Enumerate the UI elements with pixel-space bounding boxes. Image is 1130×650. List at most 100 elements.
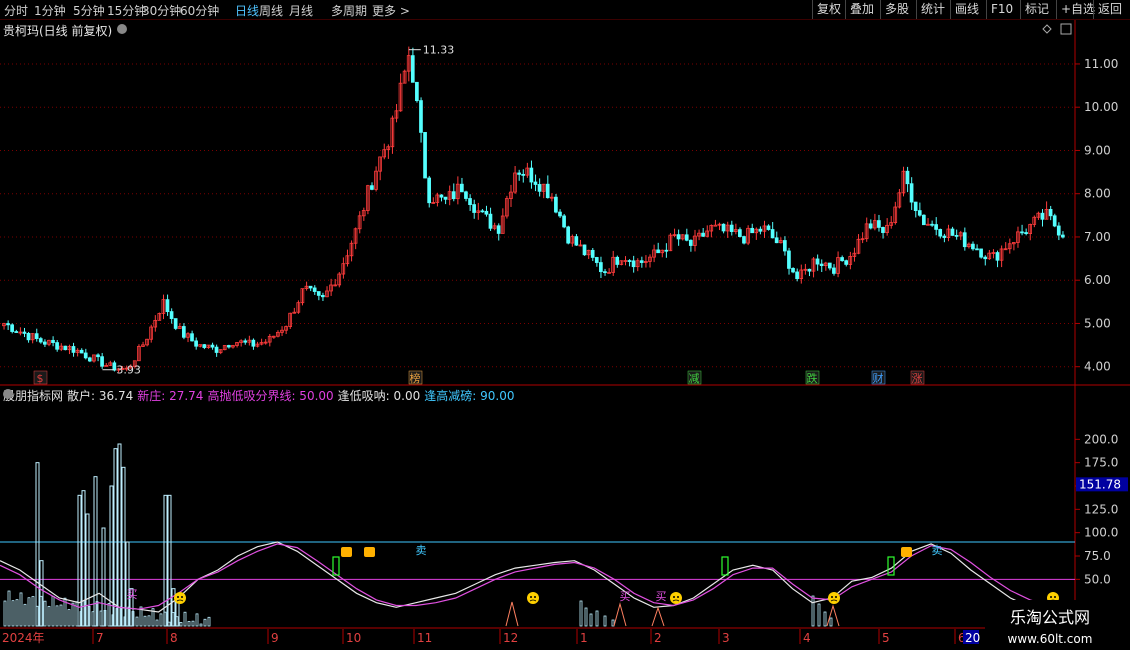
- hist-small-148: [147, 615, 151, 627]
- hist-late-3: [595, 610, 599, 627]
- hist-small-40: [39, 595, 43, 627]
- hist-small-44: [43, 600, 47, 627]
- candle-body-27: [112, 362, 117, 371]
- candle-body-237: [971, 243, 975, 250]
- candle-body-15: [63, 345, 68, 351]
- candle-body-9: [38, 338, 43, 343]
- candle-body-59: [243, 340, 248, 343]
- candle-body-121: [496, 225, 501, 234]
- hist-small-200: [199, 623, 203, 627]
- event-marker-1: 榜: [410, 371, 421, 385]
- candle-body-222: [909, 183, 914, 203]
- hist-bar-15: [171, 588, 176, 627]
- title-dropdown-icon: [117, 24, 127, 34]
- chart-canvas: 4.00 5.00 6.00 7.00 8.00 9.00 10.00 11.00 11.33 3…: [0, 20, 1130, 650]
- candle-body-2: [10, 324, 14, 332]
- candle-body-24: [100, 356, 104, 367]
- hist-small-36: [35, 605, 39, 627]
- candle-body-239: [979, 248, 983, 258]
- candle-body-200: [819, 263, 824, 267]
- hist-small-52: [51, 595, 55, 627]
- candle-body-136: [558, 211, 562, 217]
- hist-small-204: [203, 618, 207, 627]
- price-tick-label-1: 5.00: [1084, 316, 1111, 330]
- peak-marker-3: [826, 604, 840, 627]
- hist-late-6: [811, 595, 815, 627]
- candle-body-240: [983, 256, 988, 260]
- buy-label-2: 买: [656, 590, 667, 603]
- candle-body-147: [603, 271, 607, 274]
- hist-small-48: [47, 605, 51, 627]
- buy-label-1: 买: [620, 590, 631, 603]
- candle-body-154: [631, 260, 636, 268]
- hist-bar-16: [175, 602, 180, 627]
- sad-face-icon-0: [174, 592, 186, 604]
- candle-body-258: [1056, 225, 1061, 236]
- candle-body-189: [774, 237, 779, 244]
- candle-body-3: [14, 331, 19, 333]
- diamond-icon: [1042, 24, 1052, 34]
- hist-bar-14: [167, 494, 172, 627]
- hist-small-16: [15, 599, 19, 627]
- candle-body-20: [83, 352, 88, 359]
- hist-small-28: [27, 597, 31, 627]
- candle-body-131: [537, 184, 542, 192]
- indicator-dropdown-icon: [3, 389, 13, 399]
- sad-face-icon-3: [828, 592, 840, 604]
- candle-body-156: [639, 260, 644, 263]
- candle-body-8: [34, 333, 39, 339]
- hist-small-208: [207, 616, 211, 627]
- hist-small-144: [143, 615, 147, 627]
- hist-late-9: [829, 617, 833, 627]
- candle-body-176: [721, 223, 726, 232]
- hist-small-176: [175, 616, 179, 627]
- hist-small-172: [171, 611, 175, 627]
- hist-small-20: [19, 592, 23, 627]
- candle-body-103: [423, 132, 427, 179]
- hist-late-0: [579, 600, 583, 627]
- candles: [2, 46, 1065, 373]
- candle-body-19: [79, 349, 84, 354]
- event-marker-4: 财: [873, 371, 884, 385]
- candle-body-243: [995, 252, 1000, 261]
- sell-label-1: 卖: [932, 544, 943, 557]
- candle-body-127: [521, 173, 526, 176]
- hist-small-68: [67, 609, 71, 627]
- hist-small-192: [191, 620, 195, 627]
- candle-body-76: [312, 287, 317, 292]
- candle-body-153: [627, 260, 632, 262]
- candle-body-49: [202, 344, 207, 348]
- candle-body-102: [419, 100, 423, 133]
- hist-late-8: [823, 611, 827, 627]
- price-tick-label-7: 11.00: [1084, 57, 1118, 71]
- candle-body-46: [190, 333, 194, 342]
- candle-body-137: [562, 215, 566, 228]
- date-label-4: 10: [346, 631, 361, 645]
- hist-late-2: [589, 613, 593, 627]
- hist-small-92: [91, 611, 95, 627]
- candle-body-238: [975, 248, 979, 251]
- candle-body-232: [950, 228, 955, 236]
- current-value-label: 151.78: [1079, 477, 1121, 491]
- buy-label-0: 买: [127, 588, 138, 601]
- candle-body-5: [22, 331, 27, 334]
- peak-marker-0: [505, 601, 519, 627]
- candle-body-130: [533, 181, 538, 185]
- candle-body-224: [917, 210, 922, 216]
- candle-body-165: [676, 234, 681, 240]
- candle-body-250: [1024, 232, 1028, 234]
- candle-body-167: [684, 234, 689, 241]
- candle-body-108: [443, 196, 448, 200]
- candle-body-254: [1040, 212, 1045, 220]
- price-tick-label-2: 6.00: [1084, 273, 1111, 287]
- peak-marker-2: [651, 606, 665, 627]
- hist-small-72: [71, 602, 75, 627]
- hist-small-32: [31, 596, 35, 627]
- hist-small-156: [155, 619, 159, 627]
- hist-small-136: [135, 616, 139, 627]
- candle-body-118: [484, 210, 489, 215]
- ind-tick-label-2: 100.0: [1084, 526, 1118, 540]
- date-label-0: 2024年: [2, 631, 45, 645]
- candle-body-13: [55, 342, 59, 350]
- hist-bar-4: [85, 513, 90, 627]
